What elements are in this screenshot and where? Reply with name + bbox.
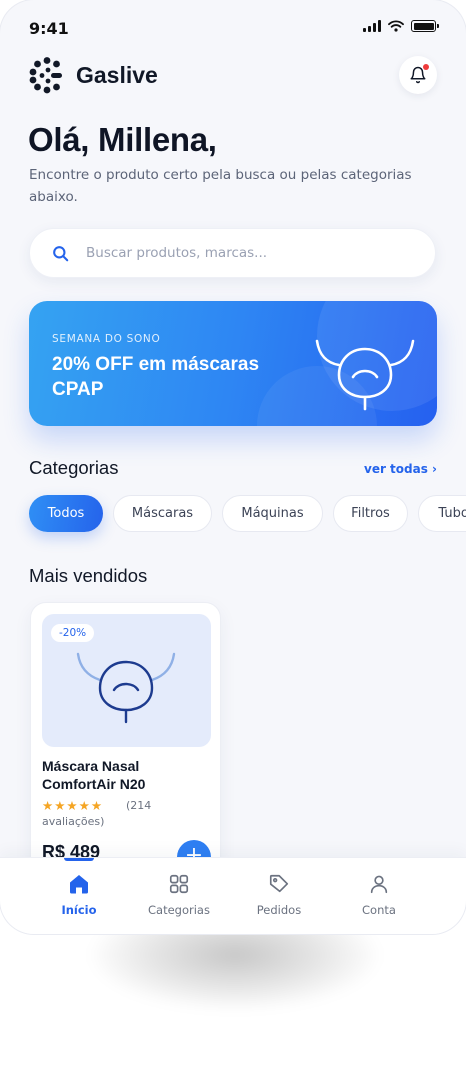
greeting-title: Olá, Millena,: [28, 121, 217, 158]
best-sellers-title: Mais vendidos: [29, 565, 148, 586]
discount-badge: -20%: [51, 624, 95, 642]
brand: Gaslive: [28, 56, 158, 94]
chip-todos[interactable]: Todos: [29, 495, 103, 532]
star-rating-icon: ★★★★★: [42, 798, 104, 813]
cpap-mask-icon: [315, 339, 415, 411]
chip-tubos[interactable]: Tubos: [418, 495, 466, 532]
product-image: -20%: [42, 614, 211, 747]
search-bar[interactable]: [29, 228, 436, 278]
greeting-subtitle: Encontre o produto certo pela busca ou p…: [29, 167, 412, 205]
battery-icon: [411, 20, 439, 32]
app-header: Gaslive: [28, 53, 437, 97]
search-input[interactable]: [86, 245, 386, 261]
nav-inicio[interactable]: Início: [29, 858, 129, 934]
nav-label: Início: [61, 903, 97, 917]
banner-title: 20% OFF em máscaras CPAP: [52, 354, 260, 400]
home-icon: [70, 875, 88, 894]
chip-mascaras[interactable]: Máscaras: [113, 495, 212, 532]
mask-illustration: [76, 652, 176, 724]
nav-pedidos[interactable]: Pedidos: [229, 858, 329, 934]
bottom-navigation: Início Categorias Pedidos Conta: [0, 857, 466, 934]
category-chips: Todos Máscaras Máquinas Filtros Tubos: [29, 495, 466, 532]
gaslive-logo-icon: [29, 57, 62, 94]
notifications-button[interactable]: [399, 56, 437, 94]
rating-label: avaliações): [42, 815, 105, 828]
see-all-categories-link[interactable]: ver todas ›: [364, 462, 437, 476]
phone-screen: 9:41 Gaslive Olá, Millena, Encontre o pr…: [0, 0, 466, 934]
notification-dot: [423, 64, 429, 70]
user-icon: [370, 875, 388, 894]
search-icon: [53, 245, 69, 261]
chip-maquinas[interactable]: Máquinas: [222, 495, 323, 532]
nav-conta[interactable]: Conta: [329, 858, 429, 934]
grid-icon: [169, 874, 189, 894]
status-time: 9:41: [29, 19, 69, 38]
signal-icon: [363, 20, 381, 32]
nav-label: Categorias: [148, 903, 210, 917]
rating-count: (214: [126, 799, 152, 812]
nav-label: Pedidos: [256, 903, 302, 917]
banner-kicker: SEMANA DO SONO: [52, 333, 161, 345]
product-name: Máscara Nasal ComfortAir N20: [42, 758, 146, 792]
status-icons: [363, 20, 439, 32]
brand-name: Gaslive: [76, 61, 158, 88]
categories-title: Categorias: [29, 457, 119, 478]
tag-icon: [269, 874, 289, 893]
nav-label: Conta: [362, 903, 396, 917]
promo-banner[interactable]: SEMANA DO SONO 20% OFF em máscaras CPAP: [29, 301, 437, 426]
wifi-icon: [388, 20, 404, 32]
chip-filtros[interactable]: Filtros: [333, 495, 408, 532]
nav-categorias[interactable]: Categorias: [129, 858, 229, 934]
